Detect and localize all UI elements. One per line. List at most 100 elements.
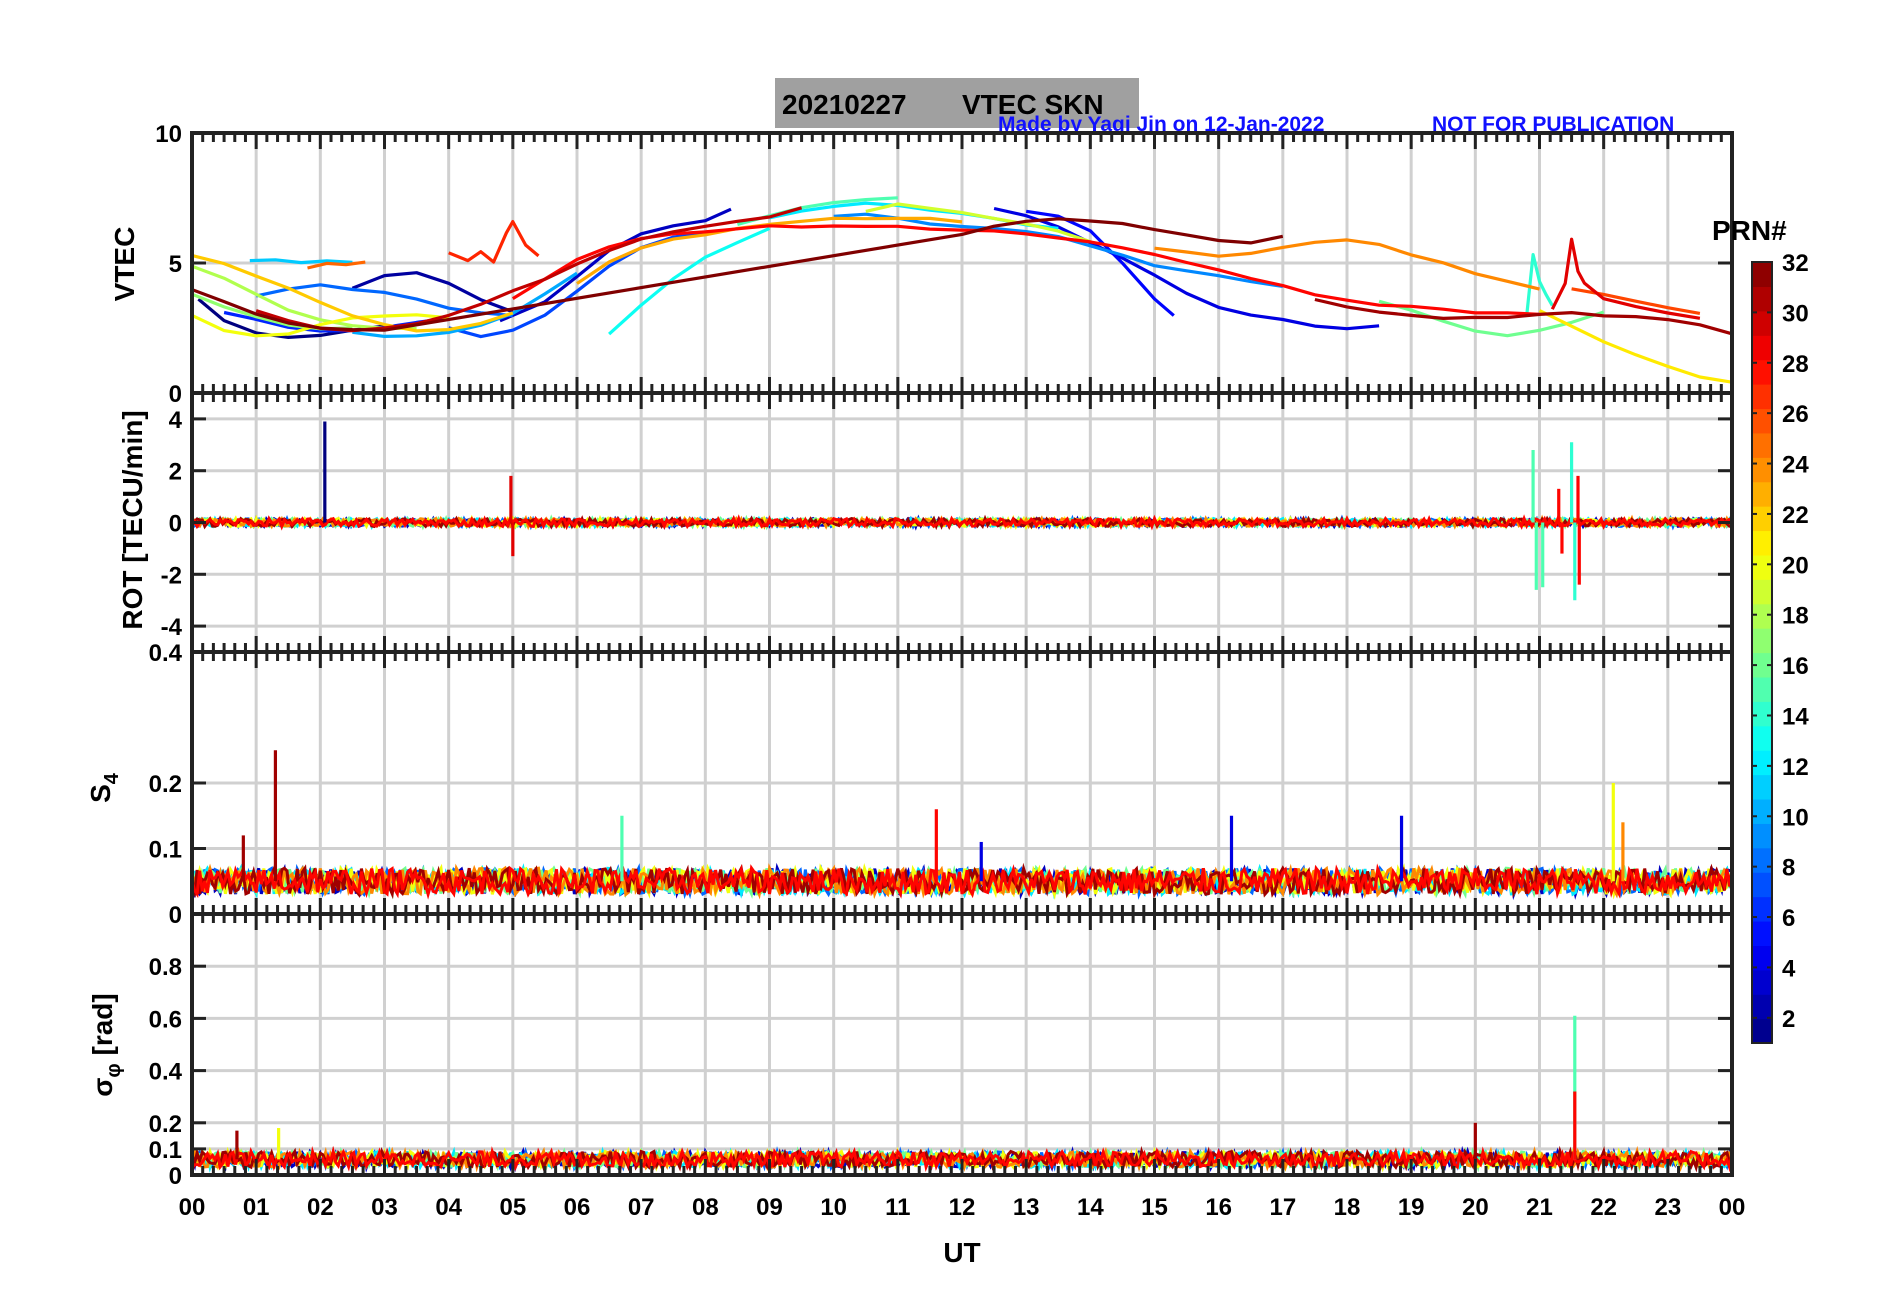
x-axis-title: UT [943, 1237, 980, 1268]
y-tick-label: 0.1 [149, 837, 182, 864]
y-tick-label: 0.4 [149, 1059, 183, 1086]
vtec-panel: 0 5 10 [155, 121, 1734, 408]
y-tick-label: 0.2 [149, 771, 182, 798]
y-tick-label: 2 [169, 459, 182, 486]
colorbar-tick-label: 26 [1782, 401, 1809, 428]
y-tick-label: 0.8 [149, 954, 182, 981]
x-tick-label: 00 [1719, 1194, 1746, 1221]
colorbar-segment [1752, 750, 1772, 776]
colorbar-segment [1752, 335, 1772, 361]
colorbar-segment [1752, 1018, 1772, 1044]
colorbar-segment [1752, 920, 1772, 946]
s4-axis-title-text: S4 [85, 772, 123, 803]
colorbar-tick-label: 22 [1782, 502, 1809, 529]
colorbar-segment [1752, 506, 1772, 532]
x-tick-label: 13 [1013, 1194, 1040, 1221]
colorbar-segment [1752, 384, 1772, 410]
colorbar-segment [1752, 530, 1772, 556]
sigma-axis-title-text: σφ [rad] [87, 993, 125, 1096]
colorbar-tick-label: 20 [1782, 552, 1809, 579]
rot-panel: -4 -2 0 2 4 [161, 391, 1734, 654]
y-tick-label: 10 [155, 121, 182, 148]
colorbar-tick-label: 30 [1782, 300, 1809, 327]
sigma-phi-panel: 00.10.2 0.4 0.6 0.8 [149, 912, 1734, 1190]
y-tick-label: 0.6 [149, 1006, 182, 1033]
x-tick-label: 23 [1654, 1194, 1681, 1221]
colorbar-tick-label: 24 [1782, 452, 1809, 479]
x-tick-label: 04 [435, 1194, 462, 1221]
colorbar-segment [1752, 262, 1772, 288]
colorbar-label: PRN# [1712, 215, 1787, 246]
colorbar-segment [1752, 579, 1772, 605]
colorbar-segment [1752, 994, 1772, 1020]
colorbar-segment [1752, 774, 1772, 800]
x-tick-label: 06 [564, 1194, 591, 1221]
x-tick-label: 02 [307, 1194, 334, 1221]
sigma-axis-title: σφ [rad] [87, 993, 125, 1096]
x-tick-label: 18 [1334, 1194, 1361, 1221]
colorbar-tick-label: 12 [1782, 754, 1809, 781]
colorbar-tick-label: 2 [1782, 1006, 1795, 1033]
x-tick-label: 22 [1590, 1194, 1617, 1221]
colorbar-segment [1752, 457, 1772, 483]
x-tick-label: 12 [949, 1194, 976, 1221]
y-tick-label: 0.4 [149, 640, 183, 667]
colorbar-segment [1752, 969, 1772, 995]
y-tick-label: -2 [161, 562, 182, 589]
rot-axis-title: ROT [TECU/min] [117, 410, 148, 629]
x-tick-label: 08 [692, 1194, 719, 1221]
colorbar-segment [1752, 310, 1772, 336]
colorbar-segment [1752, 847, 1772, 873]
colorbar-segment [1752, 628, 1772, 654]
colorbar-tick-label: 32 [1782, 250, 1809, 277]
colorbar: 2468101214161820222426283032 [1751, 250, 1809, 1044]
x-tick-label: 14 [1077, 1194, 1104, 1221]
colorbar-segment [1752, 676, 1772, 702]
s4-panel: 0 0.1 0.2 0.4 [149, 640, 1734, 929]
y-tick-label: 4 [169, 407, 183, 434]
y-tick-label: 0 [169, 902, 182, 929]
colorbar-tick-label: 4 [1782, 955, 1796, 982]
y-tick-label: 0 [169, 381, 182, 408]
x-tick-label: 09 [756, 1194, 783, 1221]
colorbar-segment [1752, 823, 1772, 849]
colorbar-segment [1752, 432, 1772, 458]
x-tick-labels: 00 01 02 03 04 05 06 07 08 09 10 11 12 13 14 15 16 17 18 19… [179, 1194, 1746, 1221]
colorbar-segment [1752, 725, 1772, 751]
x-tick-label: 01 [243, 1194, 270, 1221]
y-tick-label: -4 [161, 614, 183, 641]
colorbar-segment [1752, 603, 1772, 629]
colorbar-segment [1752, 701, 1772, 727]
colorbar-tick-label: 16 [1782, 653, 1809, 680]
y-tick-label: 0 [169, 511, 182, 538]
x-tick-label: 21 [1526, 1194, 1553, 1221]
colorbar-tick-label: 28 [1782, 351, 1809, 378]
sigma-subscript: φ [103, 1063, 125, 1077]
colorbar-segment [1752, 872, 1772, 898]
x-tick-label: 17 [1269, 1194, 1296, 1221]
x-tick-label: 19 [1398, 1194, 1425, 1221]
x-tick-label: 10 [820, 1194, 847, 1221]
x-tick-label: 11 [885, 1194, 910, 1221]
y-tick-label: 0 [169, 1163, 182, 1190]
colorbar-segment [1752, 286, 1772, 312]
colorbar-tick-label: 18 [1782, 603, 1809, 630]
y-tick-label: 0.1 [149, 1137, 182, 1164]
x-tick-label: 20 [1462, 1194, 1489, 1221]
title-date: 20210227 [782, 89, 907, 120]
s4-axis-title: S4 [85, 772, 123, 803]
sigma-unit: [rad] [87, 993, 118, 1063]
y-tick-label: 5 [169, 251, 182, 278]
x-tick-label: 05 [499, 1194, 526, 1221]
colorbar-segment [1752, 554, 1772, 580]
x-tick-label: 16 [1205, 1194, 1232, 1221]
vtec-axis-title: VTEC [109, 227, 140, 302]
x-tick-label: 00 [179, 1194, 206, 1221]
colorbar-tick-label: 6 [1782, 905, 1795, 932]
x-tick-label: 03 [371, 1194, 398, 1221]
x-tick-label: 07 [628, 1194, 655, 1221]
x-tick-label: 15 [1141, 1194, 1168, 1221]
colorbar-tick-label: 14 [1782, 703, 1809, 730]
figure: 20210227 VTEC SKN Made by Yaqi Jin on 12… [85, 78, 1809, 1268]
colorbar-segment [1752, 798, 1772, 824]
